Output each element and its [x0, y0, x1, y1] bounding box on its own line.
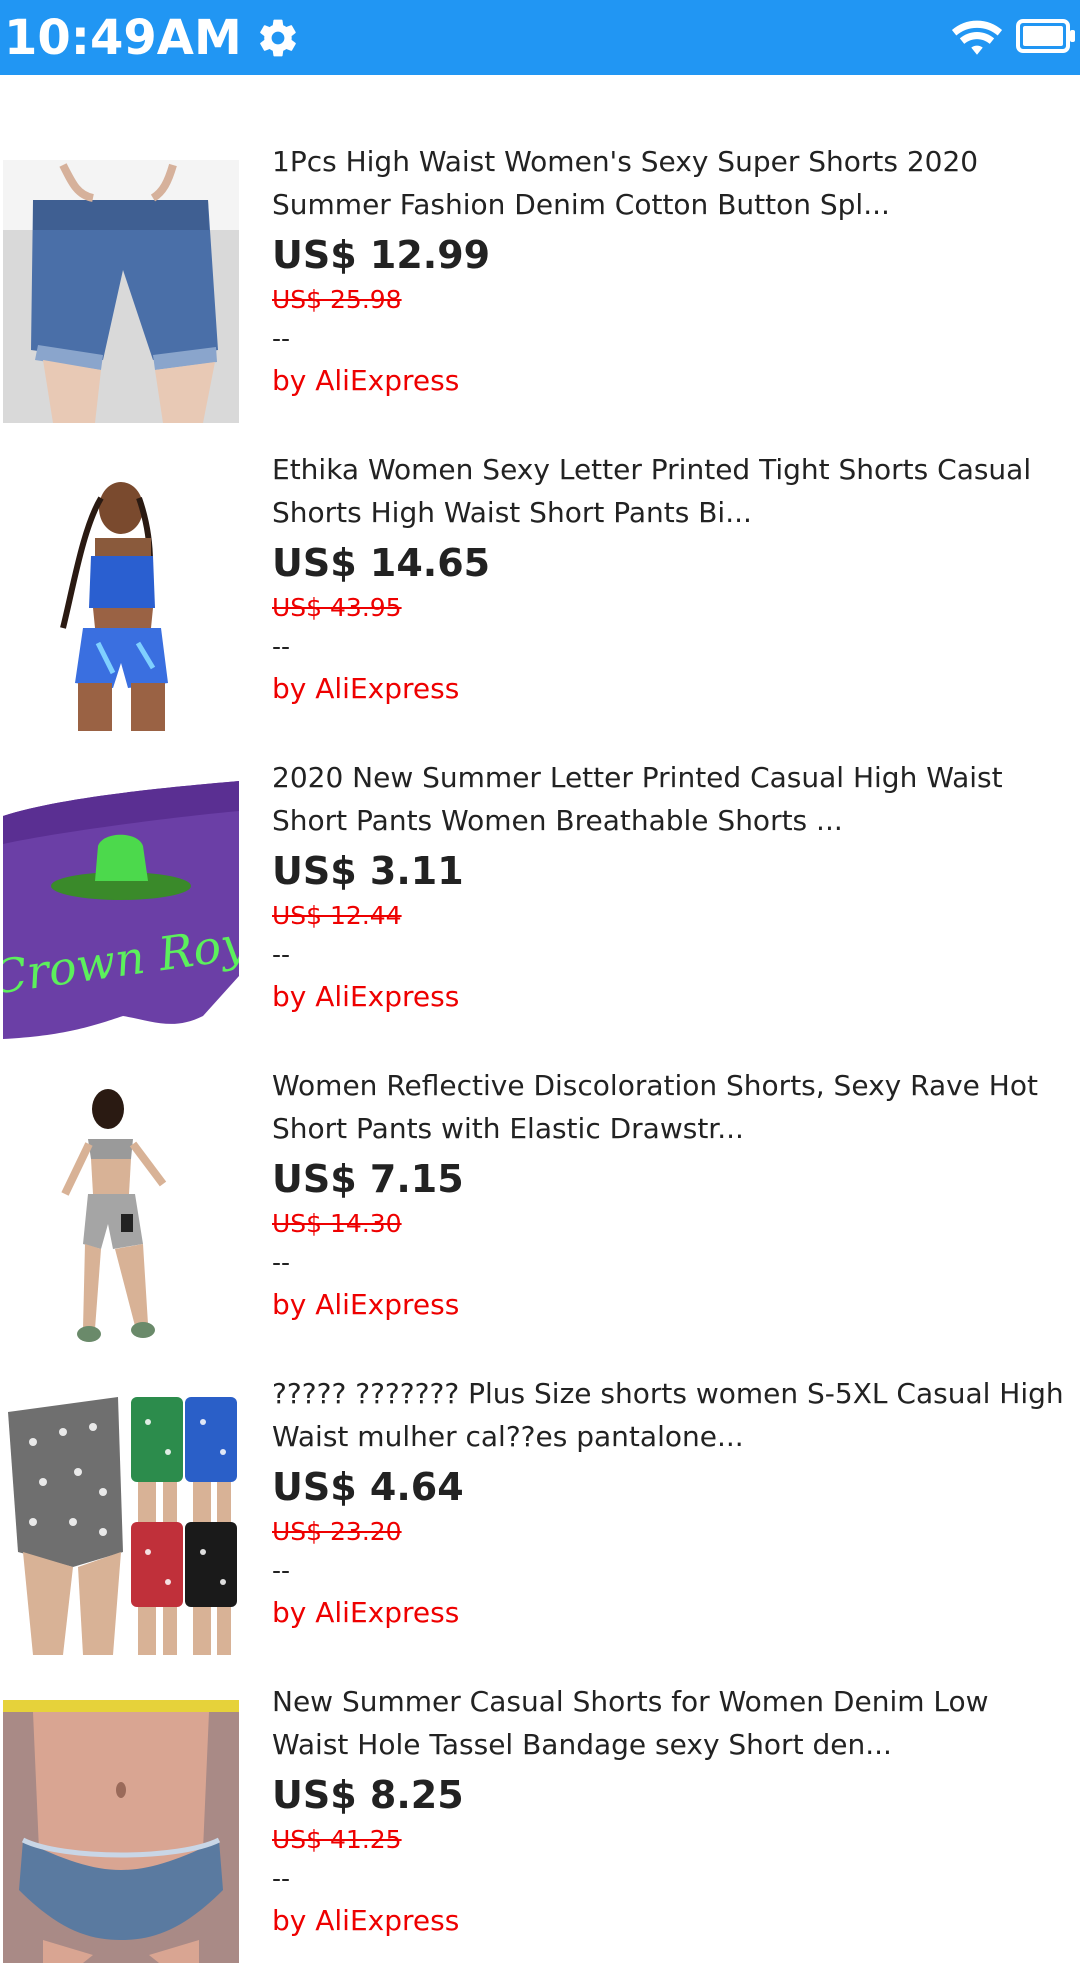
product-image[interactable] [3, 1700, 239, 1963]
product-title[interactable]: Women Reflective Discoloration Shorts, S… [272, 1064, 1072, 1150]
product-price: US$ 4.64 [272, 1465, 464, 1509]
product-rating: -- [272, 940, 291, 969]
product-rating: -- [272, 324, 291, 353]
product-seller: by AliExpress [272, 364, 460, 397]
product-image[interactable] [3, 468, 239, 731]
product-price: US$ 14.65 [272, 541, 491, 585]
product-rating: -- [272, 1248, 291, 1277]
product-original-price: US$ 25.98 [272, 285, 402, 314]
product-item[interactable]: 1Pcs High Waist Women's Sexy Super Short… [0, 140, 1080, 448]
status-time: 10:49AM [4, 9, 242, 66]
product-item[interactable]: Women Reflective Discoloration Shorts, S… [0, 1064, 1080, 1372]
battery-icon [1016, 19, 1075, 53]
product-price: US$ 3.11 [272, 849, 464, 893]
product-title[interactable]: 2020 New Summer Letter Printed Casual Hi… [272, 756, 1072, 842]
product-image[interactable] [3, 1392, 239, 1655]
product-image[interactable] [3, 160, 239, 423]
product-price: US$ 8.25 [272, 1773, 464, 1817]
wifi-icon [951, 20, 1003, 55]
product-original-price: US$ 12.44 [272, 901, 402, 930]
product-title[interactable]: Ethika Women Sexy Letter Printed Tight S… [272, 448, 1072, 534]
product-price: US$ 12.99 [272, 233, 491, 277]
product-original-price: US$ 23.20 [272, 1517, 402, 1546]
product-image[interactable] [3, 1084, 239, 1347]
product-original-price: US$ 43.95 [272, 593, 402, 622]
product-item[interactable]: New Summer Casual Shorts for Women Denim… [0, 1680, 1080, 1988]
product-seller: by AliExpress [272, 1288, 460, 1321]
product-item[interactable]: ????? ??????? Plus Size shorts women S-5… [0, 1372, 1080, 1680]
product-rating: -- [272, 1864, 291, 1893]
product-original-price: US$ 41.25 [272, 1825, 402, 1854]
product-title[interactable]: New Summer Casual Shorts for Women Denim… [272, 1680, 1072, 1766]
product-seller: by AliExpress [272, 1904, 460, 1937]
product-title[interactable]: ????? ??????? Plus Size shorts women S-5… [272, 1372, 1072, 1458]
product-item[interactable]: Crown Royal 2020 New Summer Letter Print… [0, 756, 1080, 1064]
product-seller: by AliExpress [272, 1596, 460, 1629]
product-seller: by AliExpress [272, 980, 460, 1013]
product-seller: by AliExpress [272, 672, 460, 705]
product-original-price: US$ 14.30 [272, 1209, 402, 1238]
product-price: US$ 7.15 [272, 1157, 464, 1201]
product-rating: -- [272, 632, 291, 661]
product-item[interactable]: Ethika Women Sexy Letter Printed Tight S… [0, 448, 1080, 756]
status-bar: 10:49AM [0, 0, 1080, 75]
product-title[interactable]: 1Pcs High Waist Women's Sexy Super Short… [272, 140, 1072, 226]
gear-icon [259, 19, 296, 56]
product-rating: -- [272, 1556, 291, 1585]
product-image[interactable]: Crown Royal [3, 776, 239, 1039]
